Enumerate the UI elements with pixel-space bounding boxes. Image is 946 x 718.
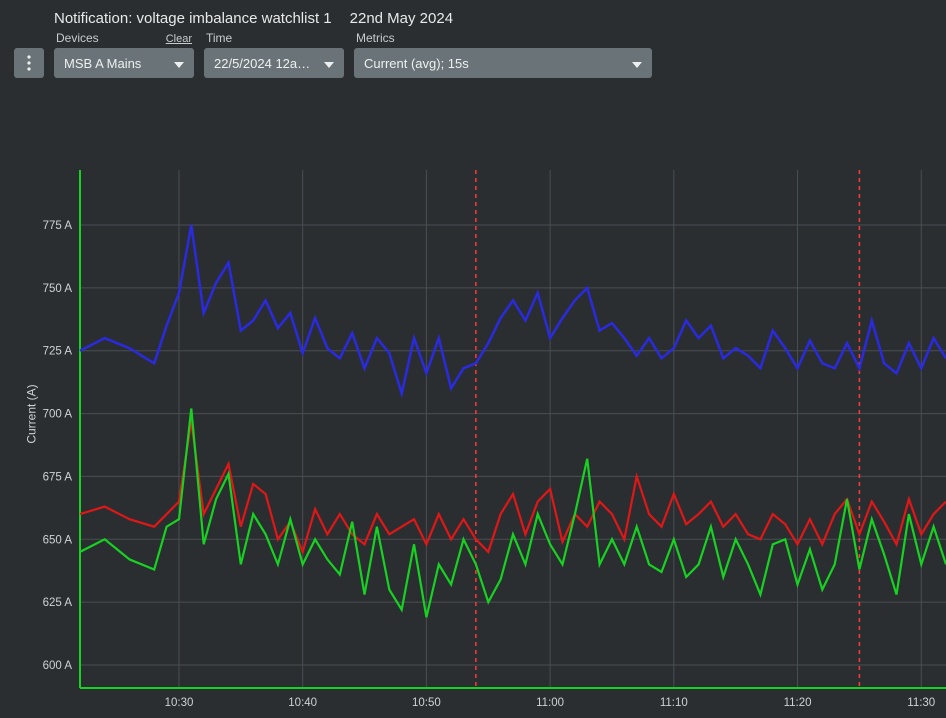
line-chart[interactable]: 600 A 625 A 650 A 675 A 700 A 725 A 750 A 775 A…: [0, 110, 946, 718]
svg-text:650 A: 650 A: [43, 534, 73, 546]
header-bar: Notification: voltage imbalance watchlis…: [0, 0, 946, 82]
metrics-select[interactable]: Current (avg); 15s: [354, 48, 652, 78]
svg-text:11:20: 11:20: [784, 697, 812, 709]
svg-text:10:40: 10:40: [288, 697, 317, 709]
chevron-down-icon: [324, 56, 334, 71]
svg-text:10:30: 10:30: [165, 697, 194, 709]
svg-text:750 A: 750 A: [43, 283, 73, 295]
title-row: Notification: voltage imbalance watchlis…: [54, 10, 932, 27]
svg-text:725 A: 725 A: [43, 346, 73, 358]
time-field: Time 22/5/2024 12a…: [204, 31, 344, 78]
svg-text:11:30: 11:30: [907, 697, 935, 709]
time-label: Time: [206, 31, 232, 45]
svg-text:11:00: 11:00: [536, 697, 564, 709]
chevron-down-icon: [174, 56, 184, 71]
chevron-down-icon: [632, 56, 642, 71]
metrics-value: Current (avg); 15s: [364, 56, 469, 71]
metrics-label: Metrics: [356, 31, 395, 45]
devices-select[interactable]: MSB A Mains: [54, 48, 194, 78]
devices-field: Devices Clear MSB A Mains: [54, 31, 194, 78]
svg-text:11:10: 11:10: [660, 697, 688, 709]
controls-row: Devices Clear MSB A Mains Time 22/5/2024…: [14, 31, 932, 78]
svg-text:700 A: 700 A: [43, 409, 73, 421]
svg-text:10:50: 10:50: [412, 697, 441, 709]
time-value: 22/5/2024 12a…: [214, 56, 310, 71]
chart-container: Current (A) 600 A 625 A 650 A 675 A 700 A 725…: [0, 110, 946, 718]
page-title: Notification: voltage imbalance watchlis…: [54, 10, 332, 27]
svg-text:775 A: 775 A: [43, 220, 73, 232]
devices-value: MSB A Mains: [64, 56, 141, 71]
svg-text:600 A: 600 A: [43, 660, 73, 672]
metrics-field: Metrics Current (avg); 15s: [354, 31, 652, 78]
kebab-menu-button[interactable]: [14, 48, 44, 78]
time-select[interactable]: 22/5/2024 12a…: [204, 48, 344, 78]
devices-clear-link[interactable]: Clear: [166, 33, 192, 45]
y-axis-label: Current (A): [25, 384, 39, 443]
devices-label: Devices: [56, 31, 99, 45]
svg-text:675 A: 675 A: [43, 471, 73, 483]
page-date: 22nd May 2024: [350, 10, 453, 27]
svg-text:625 A: 625 A: [43, 597, 73, 609]
kebab-icon: [27, 55, 31, 71]
